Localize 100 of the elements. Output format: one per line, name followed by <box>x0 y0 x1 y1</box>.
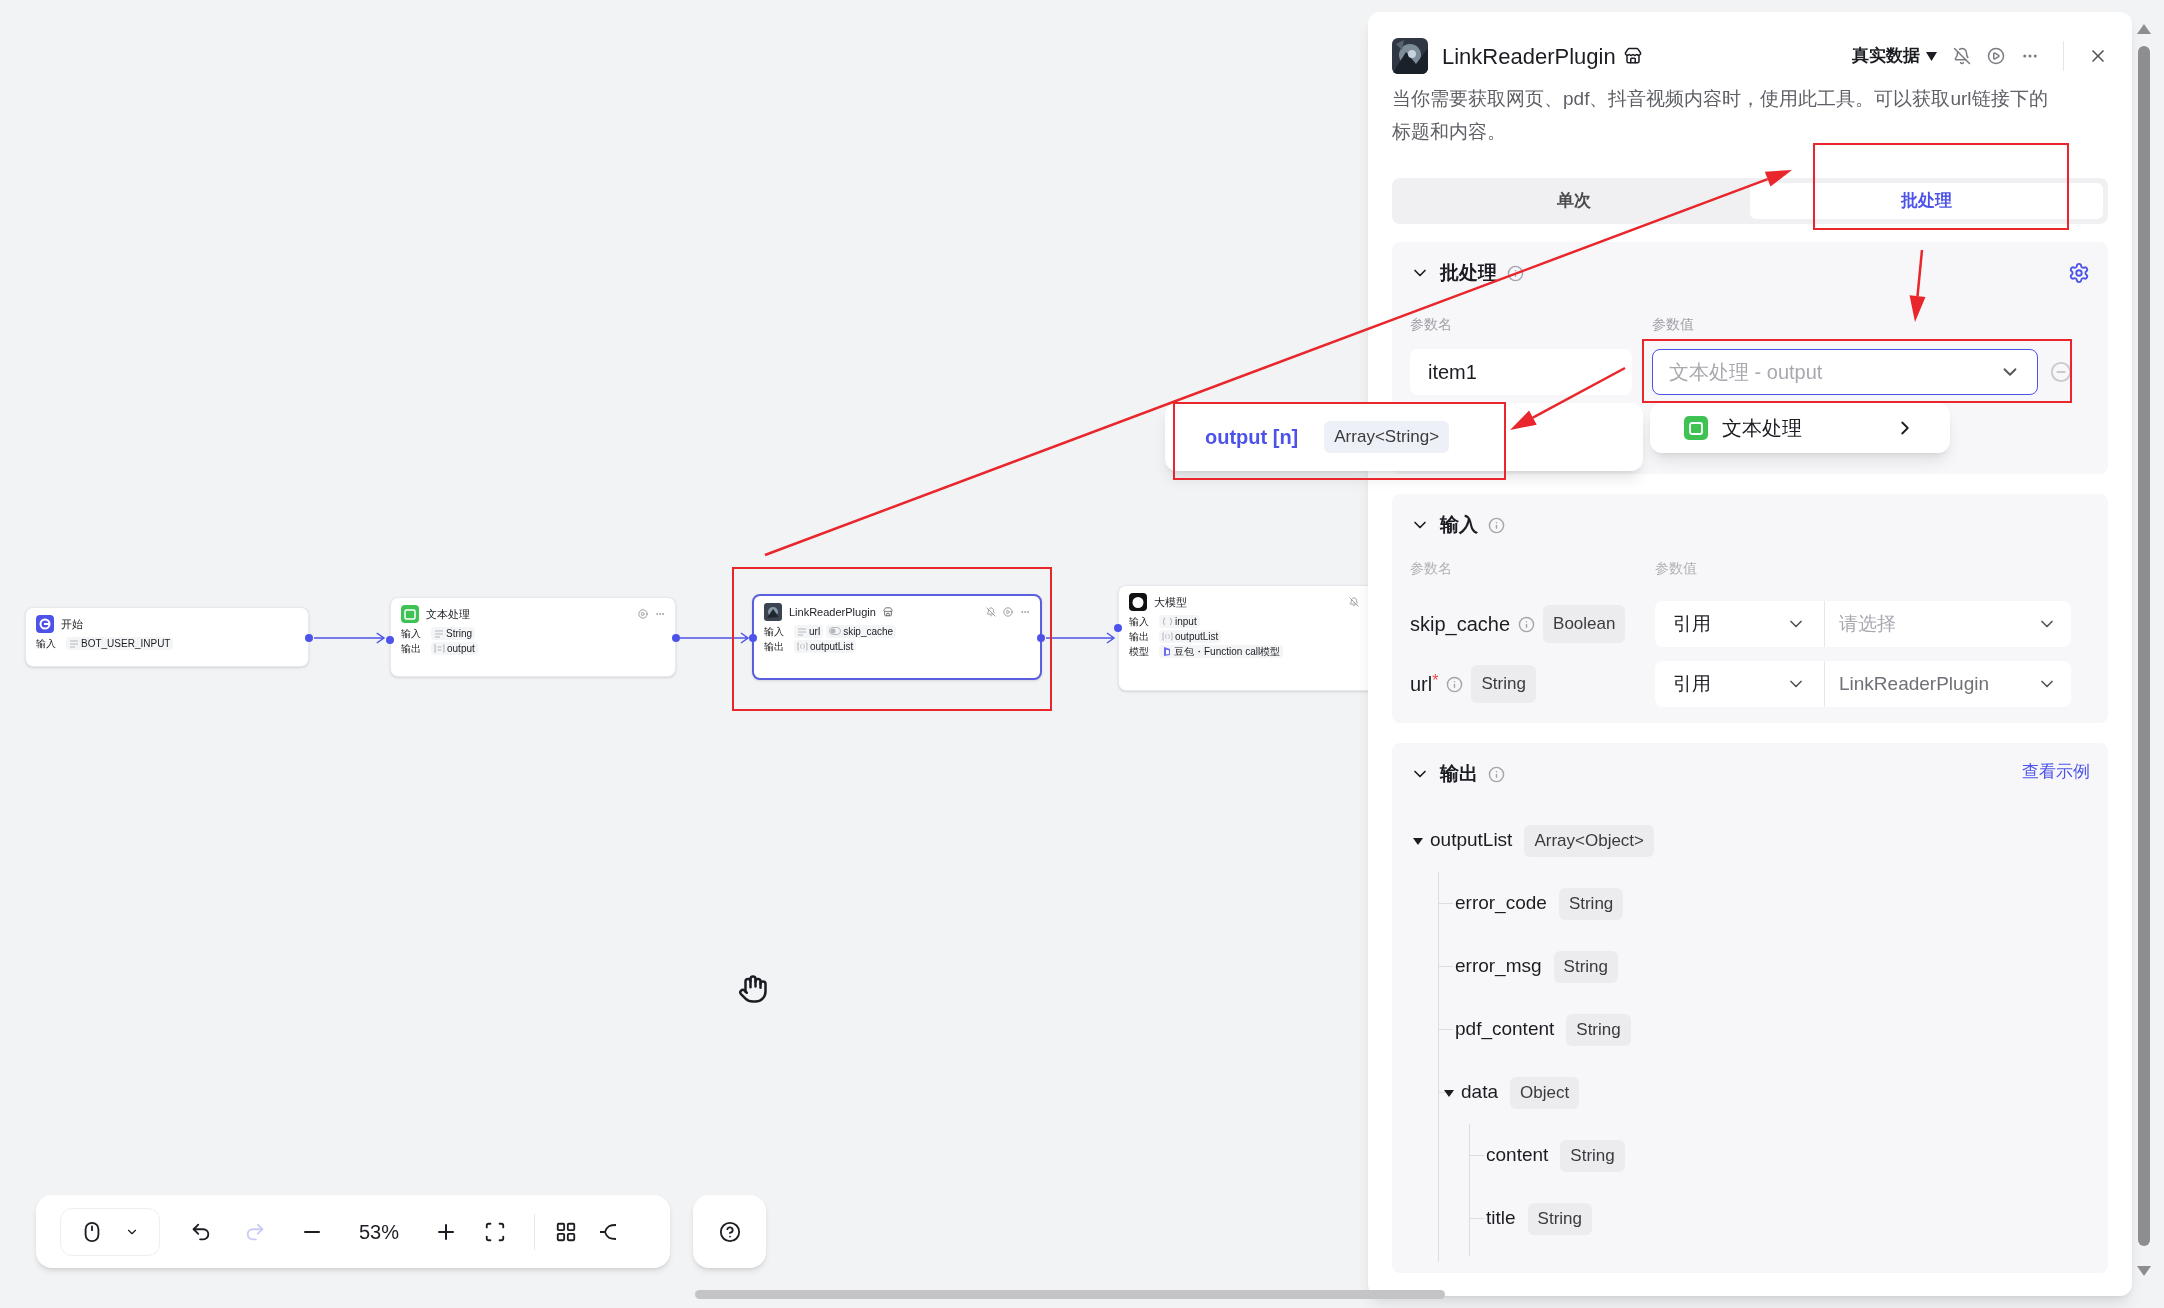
output-field-name: outputList <box>1430 828 1513 853</box>
type-tag: Object <box>1510 1076 1580 1109</box>
panel-title: LinkReaderPlugin <box>1442 42 1616 71</box>
node-title: 开始 <box>61 616 83 632</box>
caret-icon <box>1926 51 1937 61</box>
run-icon[interactable] <box>1987 47 2005 65</box>
type-tag: String <box>1527 1202 1592 1235</box>
store-icon <box>1623 47 1642 65</box>
node-title: 大模型 <box>1154 594 1187 610</box>
scroll-down-icon[interactable] <box>2137 1266 2151 1276</box>
bell-off-icon[interactable] <box>1349 597 1359 607</box>
node-row-label: 输出 <box>401 641 422 656</box>
type-tag: String <box>1553 950 1618 983</box>
pointer-mode-button[interactable] <box>60 1207 160 1256</box>
output-field-name: data <box>1461 1080 1498 1105</box>
llm-node-icon <box>1129 593 1147 611</box>
output-field-name: title <box>1486 1206 1516 1231</box>
section-title: 输出 <box>1440 761 1478 786</box>
text-node-icon <box>1684 416 1708 440</box>
mode-tab[interactable]: 单次 <box>1397 183 1750 219</box>
node-title: 文本处理 <box>426 606 470 622</box>
param-name: skip_cache <box>843 624 894 639</box>
field-name: output [n] <box>1205 425 1299 450</box>
type-tag: String <box>1471 665 1536 703</box>
edge-arrow <box>314 632 386 644</box>
column-label: 参数值 <box>1652 315 1694 334</box>
param-name: url <box>1410 672 1433 697</box>
type-tag: String <box>1566 1013 1631 1046</box>
plugin-logo-icon <box>764 603 782 621</box>
plugin-description: 当你需要获取网页、pdf、抖音视频内容时，使用此工具。可以获取url链接下的标题和内容。 <box>1392 87 2049 144</box>
required-mark: * <box>1432 671 1439 689</box>
output-field-name: pdf_content <box>1455 1017 1555 1042</box>
edge-arrow <box>680 632 750 644</box>
param-name: outputList <box>1175 629 1219 644</box>
string-type-icon <box>797 626 807 636</box>
param-name: skip_cache <box>1410 612 1511 638</box>
fit-view-icon[interactable] <box>484 1220 506 1243</box>
node-title: LinkReaderPlugin <box>789 604 876 620</box>
param-name: 豆包・Function call模型 <box>1174 644 1281 659</box>
help-button[interactable] <box>693 1195 766 1268</box>
param-name: String <box>446 626 473 641</box>
type-tag: Boolean <box>1543 605 1626 643</box>
column-label: 参数值 <box>1655 559 1697 578</box>
type-tag: Array<Object> <box>1524 824 1654 857</box>
horizontal-scrollbar[interactable] <box>695 1290 1445 1299</box>
param-name-field[interactable]: item1 <box>1410 349 1632 395</box>
mode-tab[interactable]: 批处理 <box>1750 183 2103 219</box>
column-label: 参数名 <box>1410 559 1453 578</box>
node-row-label: 输出 <box>764 639 785 654</box>
node-row-label: 输入 <box>36 636 57 651</box>
reference-select[interactable]: LinkReaderPlugin <box>1825 661 2071 707</box>
output-field-name: error_code <box>1455 891 1547 916</box>
type-tag: String <box>1560 1139 1625 1172</box>
edge-arrow <box>1046 632 1116 644</box>
view-example-link[interactable]: 查看示例 <box>2022 759 2090 785</box>
help-icon <box>718 1220 741 1243</box>
node-row-label: 模型 <box>1129 644 1150 659</box>
node-row-label: 输入 <box>401 626 422 641</box>
workflow-node[interactable]: LinkReaderPlugin 输入 url skip_cache 输出 outputList <box>752 594 1042 680</box>
vertical-scrollbar[interactable] <box>2138 46 2150 1246</box>
zoom-level: 53% <box>358 1219 400 1245</box>
object-type-icon <box>1162 616 1173 626</box>
toggle-type-icon <box>829 627 842 635</box>
bell-off-icon[interactable] <box>1953 47 1971 65</box>
type-tag: Array<String> <box>1324 421 1450 453</box>
string-type-icon <box>434 628 444 638</box>
node-row-label: 输入 <box>764 624 785 639</box>
field-menu-item[interactable]: output [n] Array<String> <box>1205 421 1603 453</box>
section-title: 输入 <box>1440 512 1478 537</box>
layout-icon[interactable] <box>555 1220 577 1243</box>
param-name: output <box>447 641 475 656</box>
node-row-label: 输出 <box>1129 629 1150 644</box>
array-object-type-icon <box>797 641 808 651</box>
output-field-name: content <box>1486 1143 1549 1168</box>
model-logo-icon <box>1162 645 1172 657</box>
node-name: 文本处理 <box>1722 416 1802 441</box>
value-mode-select[interactable]: 引用 <box>1655 601 1825 647</box>
data-mode-dropdown[interactable]: 真实数据 <box>1852 43 1937 69</box>
param-name: input <box>1175 614 1197 629</box>
text-node-icon <box>401 605 419 623</box>
param-name: outputList <box>810 639 854 654</box>
hand-cursor-icon <box>738 974 768 1004</box>
column-label: 参数名 <box>1410 315 1453 334</box>
info-icon[interactable] <box>1507 264 1524 282</box>
param-name: BOT_USER_INPUT <box>81 636 171 651</box>
store-icon <box>882 607 893 617</box>
settings-icon[interactable] <box>2068 262 2090 284</box>
scroll-up-icon[interactable] <box>2137 24 2151 34</box>
value-mode-select[interactable]: 引用 <box>1655 661 1825 707</box>
type-tag: String <box>1558 887 1624 920</box>
output-field-name: error_msg <box>1455 954 1542 979</box>
string-type-icon <box>69 638 79 648</box>
remove-icon[interactable] <box>2050 361 2072 383</box>
array-object-type-icon <box>1162 631 1173 641</box>
node-row-label: 输入 <box>1129 614 1150 629</box>
node-menu-item[interactable]: 文本处理 <box>1684 413 1916 443</box>
bell-off-icon[interactable] <box>986 607 996 617</box>
start-icon <box>36 615 54 633</box>
section-title: 批处理 <box>1440 260 1497 285</box>
param-name: url <box>809 624 821 639</box>
